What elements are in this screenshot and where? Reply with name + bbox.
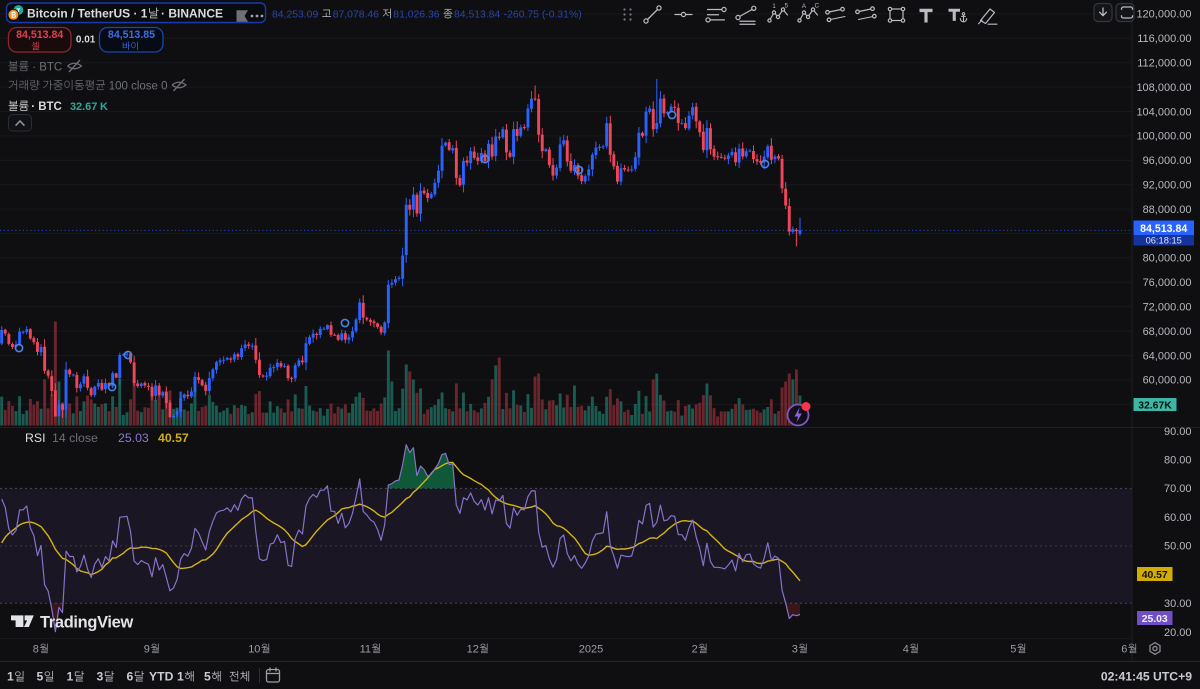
svg-text:68,000.00: 68,000.00 [1143,326,1192,338]
svg-text:14 close: 14 close [52,431,98,445]
svg-text:64,000.00: 64,000.00 [1143,350,1192,362]
svg-text:2: 2 [692,643,698,655]
svg-text:84,513.85: 84,513.85 [108,29,155,41]
svg-text:25.03: 25.03 [118,431,149,445]
svg-text:4: 4 [903,643,909,655]
svg-text:0.01: 0.01 [76,34,96,45]
svg-text:100,000.00: 100,000.00 [1136,131,1191,143]
svg-text:32.67K: 32.67K [1138,400,1172,411]
svg-text:30.00: 30.00 [1164,598,1192,610]
svg-text:84,513.84: 84,513.84 [1140,223,1187,235]
svg-text:60,000.00: 60,000.00 [1143,375,1192,387]
svg-text:100 close 0: 100 close 0 [109,80,168,92]
svg-text:9: 9 [144,643,150,655]
svg-text:1: 1 [7,670,14,684]
svg-text:Bitcoin / TetherUS · 1: Bitcoin / TetherUS · 1 [27,7,148,21]
svg-text:32.67: 32.67 [70,101,97,113]
svg-text:40.57: 40.57 [158,431,189,445]
svg-text:92,000.00: 92,000.00 [1143,180,1192,192]
svg-text:84,253.09: 84,253.09 [272,10,318,21]
svg-text:60.00: 60.00 [1164,512,1192,524]
svg-text:3: 3 [792,643,798,655]
svg-text:3: 3 [97,670,104,684]
svg-text:6: 6 [1121,643,1127,655]
svg-text:104,000.00: 104,000.00 [1136,106,1191,118]
svg-text:5: 5 [37,670,44,684]
svg-text:81,026.36: 81,026.36 [393,10,439,21]
svg-text:-260.75 (-0.31%): -260.75 (-0.31%) [504,10,582,21]
svg-text:20.00: 20.00 [1164,627,1192,639]
svg-text:· BINANCE: · BINANCE [161,7,223,21]
svg-text:· BTC: · BTC [32,61,62,73]
svg-text:8: 8 [33,643,39,655]
svg-text:80.00: 80.00 [1164,455,1192,467]
svg-text:116,000.00: 116,000.00 [1137,33,1191,45]
svg-text:84,513.84: 84,513.84 [16,29,63,41]
svg-text:1: 1 [67,670,74,684]
svg-text:1: 1 [772,3,776,10]
svg-text:88,000.00: 88,000.00 [1143,204,1192,216]
svg-text:25.03: 25.03 [1142,614,1168,625]
svg-text:K: K [100,101,108,113]
svg-text:12: 12 [467,643,479,655]
svg-text:5: 5 [204,670,211,684]
svg-text:2025: 2025 [579,643,603,655]
svg-text:120,000.00: 120,000.00 [1136,9,1191,21]
svg-text:40.57: 40.57 [1142,570,1168,581]
svg-text:5: 5 [785,3,789,10]
svg-text:YTD: YTD [149,670,174,684]
svg-text:TradingView: TradingView [40,613,133,631]
svg-text:112,000.00: 112,000.00 [1137,58,1191,70]
svg-text:1: 1 [177,670,184,684]
svg-text:02:41:45 UTC+9: 02:41:45 UTC+9 [1101,670,1192,684]
svg-text:108,000.00: 108,000.00 [1136,82,1191,94]
svg-text:72,000.00: 72,000.00 [1143,302,1192,314]
svg-text:80,000.00: 80,000.00 [1143,253,1192,265]
svg-text:06:18:15: 06:18:15 [1146,236,1182,246]
svg-text:· BTC: · BTC [31,101,62,113]
svg-text:96,000.00: 96,000.00 [1143,155,1192,167]
svg-text:90.00: 90.00 [1164,426,1192,438]
svg-text:84,513.84: 84,513.84 [454,10,500,21]
svg-text:RSI: RSI [25,431,46,445]
svg-text:87,078.46: 87,078.46 [333,10,379,21]
svg-text:11: 11 [360,643,371,655]
svg-text:50.00: 50.00 [1164,541,1192,553]
svg-text:A: A [802,3,807,10]
svg-text:C: C [815,3,820,10]
svg-text:10: 10 [248,643,260,655]
svg-text:5: 5 [1010,643,1016,655]
svg-text:76,000.00: 76,000.00 [1143,277,1192,289]
svg-text:6: 6 [127,670,134,684]
svg-text:70.00: 70.00 [1164,483,1192,495]
